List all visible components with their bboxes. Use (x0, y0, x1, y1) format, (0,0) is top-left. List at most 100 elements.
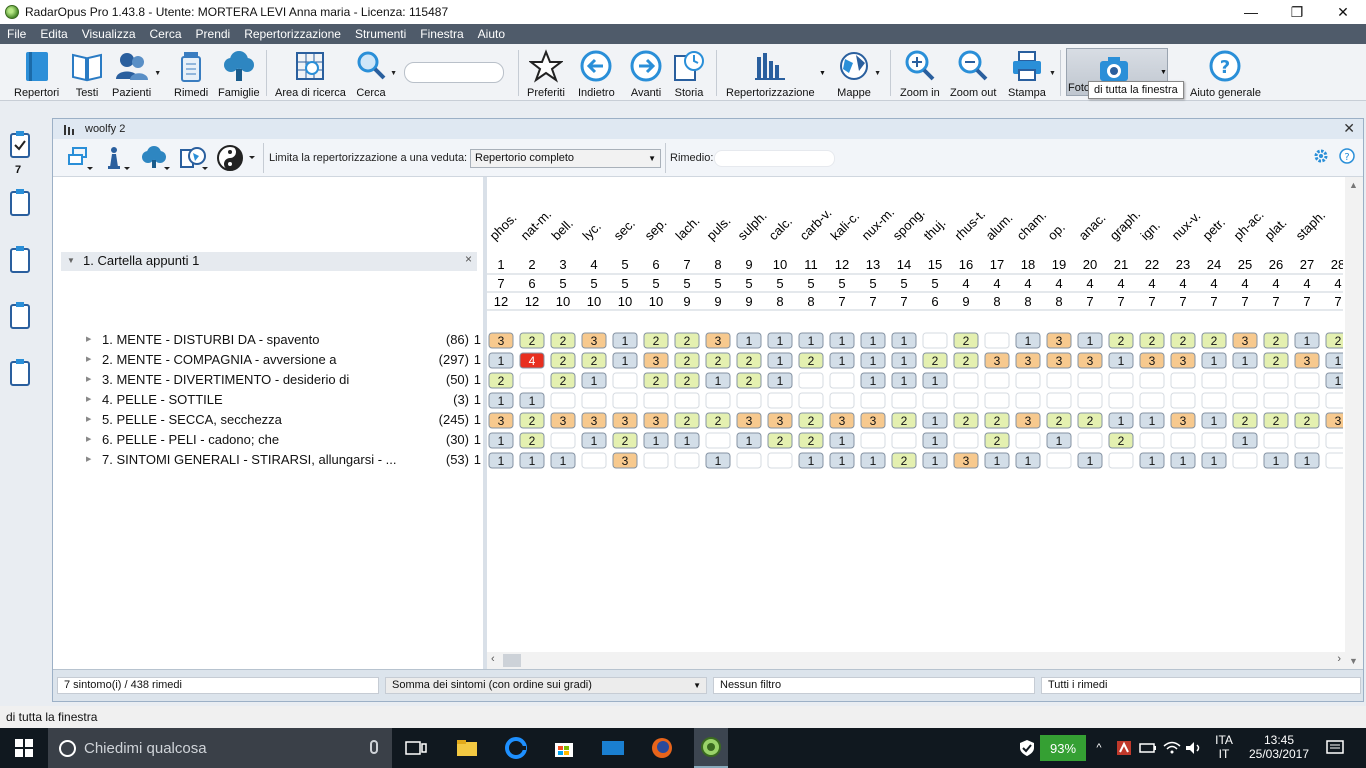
grade-cell[interactable] (705, 432, 731, 449)
grade-cell[interactable] (1108, 452, 1134, 469)
grade-cell[interactable] (953, 392, 979, 409)
menu-cerca[interactable]: Cerca (143, 27, 189, 41)
grade-cell[interactable] (953, 372, 979, 389)
remedy-label[interactable]: puls. (704, 213, 734, 243)
task-view-icon[interactable] (400, 728, 432, 768)
remedy-label[interactable]: calc. (766, 214, 796, 244)
view-limit-select[interactable]: Repertorio completo ▼ (470, 149, 661, 168)
remedy-label[interactable]: ign. (1138, 218, 1163, 243)
toolbar-search-input[interactable] (404, 62, 504, 83)
grade-cell[interactable] (829, 392, 855, 409)
clipboard-checked-icon[interactable] (9, 130, 31, 158)
grade-cell[interactable] (581, 452, 607, 469)
preferiti-button[interactable]: Preferiti (527, 48, 565, 99)
minimize-button[interactable]: — (1228, 0, 1274, 24)
menu-finestra[interactable]: Finestra (413, 27, 470, 41)
grade-cell[interactable] (1139, 432, 1165, 449)
grade-cell[interactable] (1294, 392, 1320, 409)
grade-cell[interactable] (1046, 372, 1072, 389)
grade-cell[interactable] (1263, 432, 1289, 449)
scroll-right-icon[interactable]: › (1337, 653, 1341, 665)
scroll-thumb[interactable] (503, 654, 521, 667)
remedy-label[interactable]: graph. (1107, 206, 1144, 243)
panel-close-icon[interactable]: ✕ (1343, 120, 1355, 137)
grade-cell[interactable] (1015, 432, 1041, 449)
folder-close-icon[interactable]: × (465, 252, 472, 266)
grade-cell[interactable] (1201, 372, 1227, 389)
remedy-label[interactable]: anac. (1076, 210, 1109, 243)
remedy-label[interactable]: bell. (549, 216, 576, 243)
gear-icon[interactable] (1313, 148, 1329, 164)
grade-cell[interactable] (550, 392, 576, 409)
sort-select[interactable]: Somma dei sintomi (con ordine sui gradi)… (385, 677, 707, 694)
dropdown-arrow-icon[interactable]: ▼ (1049, 70, 1056, 77)
remedy-label[interactable]: nux-m. (859, 204, 898, 243)
remedy-label[interactable]: cham. (1014, 207, 1050, 243)
remedy-label[interactable]: sec. (611, 216, 638, 243)
grade-cell[interactable] (891, 432, 917, 449)
battery-indicator[interactable]: 93% (1040, 735, 1086, 761)
remedy-label[interactable]: staph. (1293, 207, 1329, 243)
chess-piece-icon[interactable] (103, 145, 131, 171)
menu-aiuto[interactable]: Aiuto (471, 27, 512, 41)
symptom-row[interactable]: ▶ 6. PELLE - PELI - cadono; che (30) 1 (61, 430, 481, 450)
scroll-left-icon[interactable]: ‹ (491, 653, 495, 665)
remedy-label[interactable]: sep. (642, 215, 670, 243)
remedy-label[interactable]: plat. (1262, 215, 1290, 243)
clock[interactable]: 13:45 25/03/2017 (1246, 733, 1312, 761)
grade-cell[interactable] (643, 392, 669, 409)
indietro-button[interactable]: Indietro (578, 48, 615, 99)
remedy-label[interactable]: nat-m. (518, 206, 555, 243)
zoom-in-button[interactable]: Zoom in (900, 48, 940, 99)
area-ricerca-button[interactable]: Area di ricerca (275, 48, 346, 99)
expand-triangle-icon[interactable]: ▶ (86, 415, 91, 423)
grade-cell[interactable] (767, 452, 793, 469)
grade-cell[interactable] (1108, 372, 1134, 389)
grade-cell[interactable] (953, 432, 979, 449)
grade-cell[interactable] (798, 392, 824, 409)
avanti-button[interactable]: Avanti (629, 48, 663, 99)
grade-cell[interactable] (829, 372, 855, 389)
grade-cell[interactable] (1232, 392, 1258, 409)
edge-browser-icon[interactable] (500, 728, 532, 768)
grade-cell[interactable] (1170, 372, 1196, 389)
grade-cell[interactable] (674, 452, 700, 469)
cortana-search-box[interactable]: Chiedimi qualcosa (48, 728, 392, 768)
notifications-icon[interactable] (1320, 728, 1350, 768)
menu-repertorizzazione[interactable]: Repertorizzazione (237, 27, 348, 41)
dropdown-arrow-icon[interactable]: ▼ (874, 70, 881, 77)
symptom-row[interactable]: ▶ 2. MENTE - COMPAGNIA - avversione a (297… (61, 350, 481, 370)
remedy-label[interactable]: op. (1045, 220, 1068, 243)
menu-file[interactable]: File (0, 27, 33, 41)
grade-cell[interactable] (674, 392, 700, 409)
repertori-button[interactable]: Repertori (14, 48, 59, 99)
remedy-label[interactable]: sulph. (735, 208, 770, 243)
remedy-label[interactable]: phos. (487, 210, 520, 243)
remedy-label[interactable]: lach. (673, 213, 703, 243)
grade-cell[interactable] (1232, 452, 1258, 469)
remedy-label[interactable]: petr. (1200, 215, 1228, 243)
expand-triangle-icon[interactable]: ▶ (86, 435, 91, 443)
grade-cell[interactable] (1201, 392, 1227, 409)
expand-triangle-icon[interactable]: ▶ (86, 395, 91, 403)
clipboard-folder[interactable]: ▼ 1. Cartella appunti 1 × (61, 252, 477, 271)
symptom-row[interactable]: ▶ 7. SINTOMI GENERALI - STIRARSI, allunga… (61, 450, 481, 470)
remedy-label[interactable]: ph-ac. (1231, 207, 1267, 243)
rimedi-button[interactable]: Rimedi (174, 48, 208, 99)
grade-cell[interactable] (1015, 392, 1041, 409)
symptom-row[interactable]: ▶ 3. MENTE - DIVERTIMENTO - desiderio di (… (61, 370, 481, 390)
remedies-filter-field[interactable]: Tutti i rimedi (1041, 677, 1361, 694)
zoom-out-button[interactable]: Zoom out (950, 48, 996, 99)
grade-cell[interactable] (984, 392, 1010, 409)
grade-cell[interactable] (1108, 392, 1134, 409)
grade-cell[interactable] (1325, 452, 1343, 469)
store-icon[interactable] (548, 728, 580, 768)
stampa-button[interactable]: Stampa ▼ (1008, 48, 1056, 99)
microphone-icon[interactable] (370, 740, 378, 754)
symptom-row[interactable]: ▶ 4. PELLE - SOTTILE (3) 1 (61, 390, 481, 410)
grade-cell[interactable] (984, 372, 1010, 389)
start-button[interactable] (0, 728, 48, 768)
testi-button[interactable]: Testi (70, 48, 104, 99)
grade-cell[interactable] (1077, 392, 1103, 409)
grade-cell[interactable] (1201, 432, 1227, 449)
